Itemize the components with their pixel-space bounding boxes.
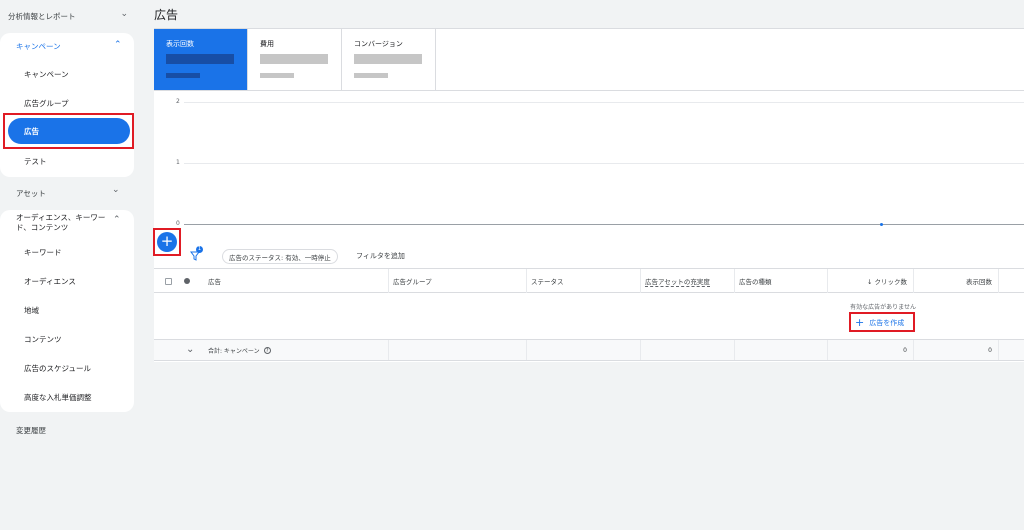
metric-card-cost[interactable]: 費用 [248, 29, 342, 91]
campaign-nav-card: キャンペーン ⌃ キャンペーン 広告グループ 広告 テスト [0, 33, 134, 177]
help-icon[interactable]: ? [263, 346, 271, 354]
sidebar-item-keywords[interactable]: キーワード [24, 247, 62, 258]
total-clicks: 0 [828, 340, 914, 360]
audience-section-header[interactable]: オーディエンス、キーワード、コンテンツ [16, 213, 111, 233]
sidebar-item-content[interactable]: コンテンツ [24, 334, 62, 345]
select-all-checkbox[interactable] [165, 278, 172, 285]
chevron-up-icon: ⌃ [113, 215, 121, 225]
status-filter-chip[interactable]: 広告のステータス: 有効、一時停止 [222, 249, 338, 264]
column-header-status[interactable]: ステータス [527, 269, 641, 293]
y-tick-label: 0 [176, 220, 180, 227]
column-header-ad-group[interactable]: 広告グループ [389, 269, 527, 293]
create-ad-link[interactable]: + 広告を作成 [855, 316, 904, 329]
gridline [184, 102, 1024, 103]
y-tick-label: 1 [176, 159, 180, 166]
column-header-impressions[interactable]: 表示回数 [914, 269, 999, 293]
nav-analytics-reports[interactable]: 分析情報とレポート ⌄ [8, 9, 134, 23]
sidebar-item-ad-schedule[interactable]: 広告のスケジュール [24, 363, 91, 374]
chevron-down-icon: ⌄ [120, 9, 128, 19]
metric-cards: 表示回数 費用 コンバージョン [154, 29, 436, 91]
add-filter-button[interactable]: フィルタを追加 [356, 251, 405, 261]
create-ad-label: 広告を作成 [869, 318, 905, 327]
campaign-section-header[interactable]: キャンペーン ⌃ [16, 40, 126, 52]
metric-label: コンバージョン [354, 40, 403, 48]
metric-label: 表示回数 [166, 40, 194, 48]
total-impressions: 0 [914, 340, 999, 360]
chart-data-point [880, 222, 883, 226]
total-label-cell: 合計: キャンペーン ? [208, 340, 389, 360]
metric-label: 費用 [260, 40, 274, 48]
sidebar-item-experiments[interactable]: テスト [24, 156, 47, 167]
total-cell-ad-type [735, 340, 828, 360]
total-row: ⌄ 合計: キャンペーン ? 0 0 [154, 339, 1024, 361]
nav-analytics-label: 分析情報とレポート [8, 11, 76, 21]
metric-sub-placeholder [166, 73, 200, 78]
empty-state: 有効な広告がありません + 広告を作成 [154, 293, 1024, 339]
nav-change-history[interactable]: 変更履歴 [16, 425, 46, 436]
metric-value-placeholder [354, 54, 422, 64]
chevron-down-icon[interactable]: ⌄ [186, 344, 194, 355]
page-title: 広告 [154, 8, 179, 22]
sidebar-item-ads[interactable]: 広告 [8, 118, 130, 144]
plus-icon: + [855, 316, 865, 329]
chevron-down-icon: ⌄ [112, 185, 120, 195]
total-cell-ad-group [389, 340, 527, 360]
audience-nav-card: オーディエンス、キーワード、コンテンツ ⌃ キーワード オーディエンス 地域 コ… [0, 210, 134, 412]
add-ad-button[interactable]: + [157, 232, 177, 252]
column-header-ad[interactable]: 広告 [204, 269, 389, 293]
campaign-section-title: キャンペーン [16, 42, 61, 51]
status-dot-icon [184, 278, 190, 284]
nav-assets-label: アセット [16, 189, 46, 198]
total-cell-asset-strength [641, 340, 735, 360]
filter-count-badge: 1 [196, 246, 203, 253]
empty-message: 有効な広告がありません [850, 304, 916, 311]
sidebar: 分析情報とレポート ⌄ キャンペーン ⌃ キャンペーン 広告グループ 広告 テス… [0, 0, 140, 530]
column-header-asset-strength[interactable]: 広告アセットの充実度 [641, 269, 735, 293]
metric-sub-placeholder [260, 73, 294, 78]
total-label: 合計: キャンペーン [208, 347, 260, 355]
y-tick-label: 2 [176, 98, 180, 105]
gridline [184, 163, 1024, 164]
filter-bar: 1 広告のステータス: 有効、一時停止 フィルタを追加 [154, 241, 1024, 269]
main-panel: 表示回数 費用 コンバージョン 2 1 0 1 広告のステータス: 有効、一時停… [153, 28, 1024, 362]
metric-sub-placeholder [354, 73, 388, 78]
metric-card-conversions[interactable]: コンバージョン [342, 29, 436, 91]
sidebar-item-campaigns[interactable]: キャンペーン [24, 69, 69, 80]
column-header-ad-type[interactable]: 広告の種類 [735, 269, 828, 293]
performance-chart: 2 1 0 [154, 91, 1024, 241]
chevron-up-icon: ⌃ [114, 40, 122, 50]
table-header-row: 広告 広告グループ ステータス 広告アセットの充実度 広告の種類 ↓ クリック数… [154, 269, 1024, 293]
sidebar-item-locations[interactable]: 地域 [24, 305, 39, 316]
sidebar-item-ad-groups[interactable]: 広告グループ [24, 98, 69, 109]
metric-value-placeholder [260, 54, 328, 64]
metrics-empty-area [436, 29, 1024, 91]
total-cell-status [527, 340, 641, 360]
sidebar-item-audiences[interactable]: オーディエンス [24, 276, 76, 287]
column-header-clicks[interactable]: ↓ クリック数 [828, 269, 914, 293]
metric-value-placeholder [166, 54, 234, 64]
audience-section-title: オーディエンス、キーワード、コンテンツ [16, 213, 106, 232]
metric-card-impressions[interactable]: 表示回数 [154, 29, 248, 91]
x-axis-line [184, 224, 1024, 225]
asset-strength-label: 広告アセットの充実度 [645, 277, 710, 287]
nav-assets[interactable]: アセット [16, 188, 46, 199]
sidebar-item-bid-adjustments[interactable]: 高度な入札単価調整 [24, 392, 92, 403]
